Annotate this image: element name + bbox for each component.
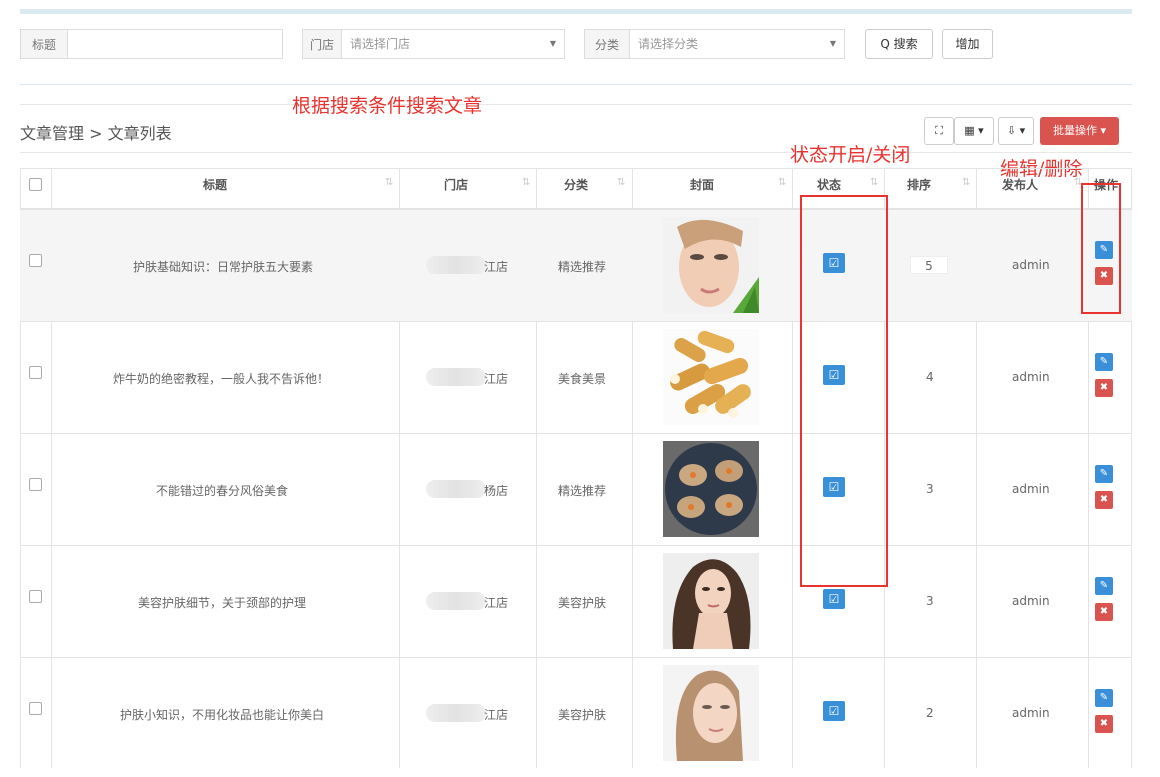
row-category: 美食美景 [558,372,607,386]
status-highlight-box [800,195,888,587]
cover-image-woman-closeup [663,665,759,761]
sort-icon: ⇅ [617,177,626,188]
row-title[interactable]: 护肤小知识，不用化妆品也能让你美白 [120,706,324,723]
category-select[interactable]: 请选择分类 ▼ [629,29,845,59]
title-filter-label: 标题 [20,29,68,59]
row-category: 美容护肤 [558,708,607,722]
export-icon: ⇩ ▾ [1006,124,1026,137]
row-category: 精选推荐 [558,260,607,274]
cover-image-woman-neck [663,553,759,649]
header-sort[interactable]: 排序 [907,176,931,193]
delete-icon[interactable]: ✖ [1095,715,1113,733]
delete-icon[interactable]: ✖ [1095,603,1113,621]
actions-highlight-box [1081,183,1121,314]
row-sort: 4 [926,370,934,384]
edit-icon[interactable]: ✎ [1095,465,1113,483]
category-select-placeholder: 请选择分类 [638,37,699,51]
store-select-placeholder: 请选择门店 [350,37,411,51]
top-accent-bar [20,9,1132,14]
divider [20,152,1132,153]
row-title[interactable]: 美容护肤细节，关于颈部的护理 [138,594,306,611]
row-category: 美容护肤 [558,596,607,610]
title-filter-input[interactable] [67,29,283,59]
header-status[interactable]: 状态 [817,176,841,193]
row-checkbox[interactable] [29,366,42,379]
row-sort: 3 [926,594,934,608]
row-sort: 2 [926,706,934,720]
status-toggle-checked-icon[interactable]: ☑ [823,589,845,609]
store-filter-label: 门店 [302,29,342,59]
store-name-blurred [426,368,486,386]
row-category: 精选推荐 [558,484,607,498]
header-category[interactable]: 分类 [564,176,588,193]
row-store: 江店 [484,708,509,722]
store-name-blurred [426,704,486,722]
row-publisher: admin [1012,258,1050,272]
header-cover[interactable]: 封面 [690,176,714,193]
export-button[interactable]: ⇩ ▾ [998,117,1034,145]
search-button[interactable]: Q 搜索 [865,29,933,59]
row-title[interactable]: 炸牛奶的绝密教程，一般人我不告诉他！ [113,370,329,387]
table-top-border [20,168,1132,169]
header-store[interactable]: 门店 [444,176,468,193]
fullscreen-icon: ⛶ [935,124,943,137]
row-sort: 3 [926,482,934,496]
breadcrumb: 文章管理 > 文章列表 [20,124,172,143]
add-button[interactable]: 增加 [942,29,993,59]
store-name-blurred [426,480,486,498]
status-toggle-checked-icon[interactable]: ☑ [823,701,845,721]
search-annotation: 根据搜索条件搜索文章 [292,95,483,117]
row-publisher: admin [1012,594,1050,608]
sort-icon: ⇅ [870,177,879,188]
row-title[interactable]: 不能错过的春分风俗美食 [156,482,288,499]
divider [20,104,1132,105]
chevron-down-icon: ▼ [549,39,556,48]
sort-icon: ⇅ [522,177,531,188]
status-annotation: 状态开启/关闭 [790,144,911,166]
row-store: 杨店 [484,484,509,498]
edit-icon[interactable]: ✎ [1095,689,1113,707]
columns-icon: ▦ ▾ [964,124,984,137]
delete-icon[interactable]: ✖ [1095,379,1113,397]
category-filter-label: 分类 [584,29,630,59]
row-checkbox[interactable] [29,590,42,603]
sort-icon: ⇅ [385,177,394,188]
store-name-blurred [426,256,486,274]
columns-toggle-button[interactable]: ▦ ▾ [954,117,994,145]
sort-icon: ⇅ [962,177,971,188]
header-title[interactable]: 标题 [203,176,227,193]
row-store: 江店 [484,372,509,386]
delete-icon[interactable]: ✖ [1095,491,1113,509]
row-checkbox[interactable] [29,702,42,715]
row-title[interactable]: 护肤基础知识：日常护肤五大要素 [133,258,313,275]
cover-image-woman-face [663,217,759,313]
divider [20,84,1132,85]
row-publisher: admin [1012,706,1050,720]
cover-image-fried-milk [663,329,759,425]
header-publisher[interactable]: 发布人 [1002,176,1038,193]
edit-icon[interactable]: ✎ [1095,577,1113,595]
row-publisher: admin [1012,482,1050,496]
batch-operations-button[interactable]: 批量操作 ▾ [1040,117,1119,145]
row-checkbox[interactable] [29,254,42,267]
edit-icon[interactable]: ✎ [1095,353,1113,371]
select-all-checkbox[interactable] [29,178,42,191]
sort-input[interactable]: 5 [910,256,948,274]
chevron-down-icon: ▼ [829,39,836,48]
store-select[interactable]: 请选择门店 ▼ [341,29,565,59]
cover-image-spring-rolls [663,441,759,537]
sort-icon: ⇅ [778,177,787,188]
fullscreen-button[interactable]: ⛶ [924,117,954,145]
row-store: 江店 [484,260,509,274]
store-name-blurred [426,592,486,610]
row-store: 江店 [484,596,509,610]
row-checkbox[interactable] [29,478,42,491]
row-publisher: admin [1012,370,1050,384]
